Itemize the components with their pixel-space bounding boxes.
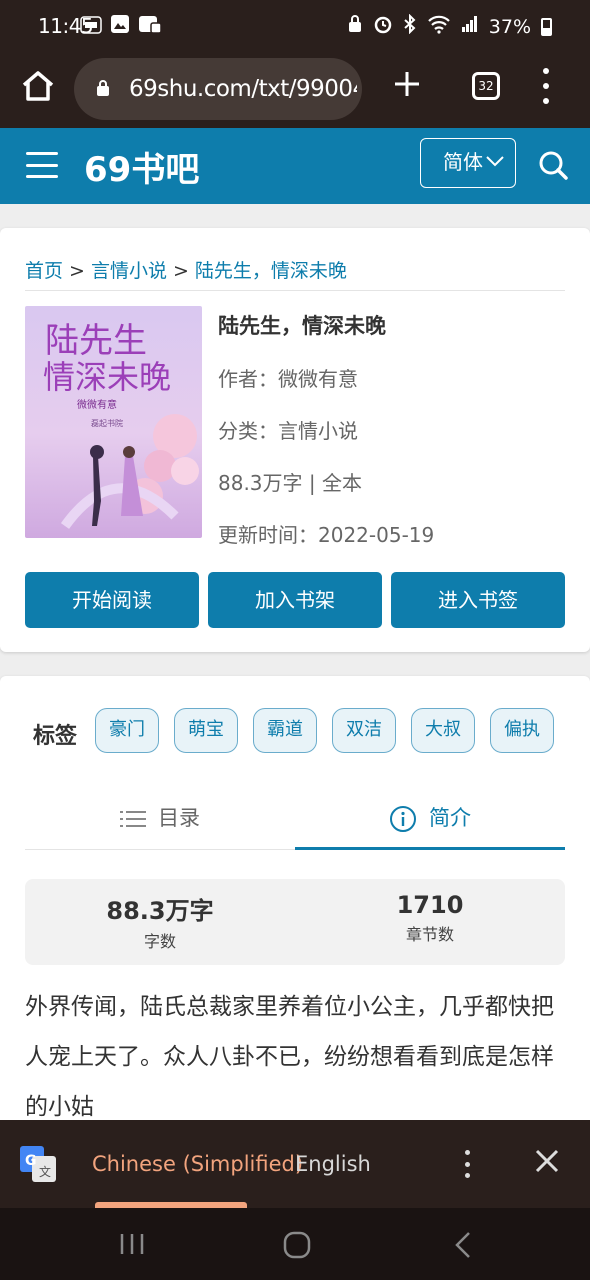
browser-menu-button[interactable] [538,68,554,104]
system-nav-bar [0,1208,590,1280]
address-bar[interactable]: 69shu.com/txt/9900497 [74,58,362,120]
svg-text:G: G [25,1153,37,1169]
tag[interactable]: 双洁 [332,708,396,753]
breadcrumb-separator: > [172,260,189,282]
alarm-icon [373,14,393,39]
search-icon [539,151,568,180]
browser-toolbar: 69shu.com/txt/9900497 32 [0,52,590,128]
book-category: 分类：言情小说 [218,419,358,443]
stat-words: 88.3万字 字数 [25,891,295,952]
bluetooth-icon [403,13,417,39]
start-reading-button[interactable]: 开始阅读 [25,572,199,628]
tab-contents[interactable]: 目录 [25,788,295,850]
tab-switcher-button[interactable]: 32 [472,72,500,100]
translate-options-button[interactable] [462,1150,472,1178]
temu-icon [80,15,102,37]
battery-percent: 37% [488,15,531,38]
language-select[interactable]: 简体 [420,138,516,188]
back-icon[interactable] [452,1230,474,1260]
list-icon [120,811,146,827]
stats-panel: 88.3万字 字数 1710 章节数 [25,879,565,965]
breadcrumb-current[interactable]: 陆先生，情深未晚 [195,260,347,282]
home-icon[interactable] [282,1230,312,1260]
battery-icon [541,17,552,36]
target-language-tab[interactable]: English [295,1152,371,1176]
book-updated: 更新时间：2022-05-19 [218,523,435,547]
book-author: 作者：微微有意 [218,367,358,391]
translate-bar: G 文 Chinese (Simplified) English [0,1120,590,1208]
bookmark-button[interactable]: 进入书签 [391,572,565,628]
home-icon [22,71,54,101]
plus-icon [395,72,419,96]
cover-publisher: 磊起书院 [91,418,123,428]
browser-home-button[interactable] [18,66,58,106]
tag[interactable]: 豪门 [95,708,159,753]
tab-intro-label: 简介 [429,806,471,830]
lock-icon [97,80,109,96]
close-icon[interactable] [532,1146,562,1176]
chevron-down-icon [486,156,504,167]
book-detail-card: 标签 豪门 萌宝 霸道 双洁 大叔 偏执 目录 简介 88.3万字 字数 171… [0,676,590,1126]
new-tab-button[interactable] [392,68,422,104]
notification-icon [138,14,162,38]
signal-icon [461,15,479,38]
tag[interactable]: 萌宝 [174,708,238,753]
breadcrumb-separator: > [69,260,85,282]
stat-words-value: 88.3万字 [106,897,214,925]
gallery-icon [110,14,130,38]
language-select-label: 简体 [443,150,483,174]
stat-words-label: 字数 [143,932,176,951]
tags-label: 标签 [33,724,78,749]
cover-title-line2: 情深未晚 [43,358,171,396]
breadcrumb-home[interactable]: 首页 [25,260,63,282]
stat-chapters-value: 1710 [396,891,464,919]
info-icon [390,806,416,832]
action-buttons: 开始阅读 加入书架 进入书签 [25,572,565,628]
tag[interactable]: 霸道 [253,708,317,753]
breadcrumb: 首页 > 言情小说 > 陆先生，情深未晚 [25,256,347,283]
lock-icon [347,14,363,39]
status-bar: 11:45 37% [0,0,590,52]
stat-chapters: 1710 章节数 [295,891,565,945]
detail-tabs: 目录 简介 [25,788,565,850]
tab-intro[interactable]: 简介 [295,788,565,850]
site-header: 69书吧 简体 [0,128,590,204]
cover-title-line1: 陆先生 [45,321,147,361]
svg-text:文: 文 [39,1164,51,1179]
tag-list: 豪门 萌宝 霸道 双洁 大叔 偏执 [95,708,554,753]
source-language-tab[interactable]: Chinese (Simplified) [92,1152,303,1176]
book-wordcount: 88.3万字 | 全本 [218,471,362,495]
recent-apps-icon[interactable] [118,1232,146,1256]
tab-contents-label: 目录 [158,806,200,830]
book-title: 陆先生，情深未晚 [218,314,386,338]
url-text: 69shu.com/txt/9900497 [129,76,357,102]
book-cover[interactable]: 陆先生 情深未晚 微微有意 磊起书院 [25,306,202,538]
book-info-card: 首页 > 言情小说 > 陆先生，情深未晚 陆先生 情深未晚 微微有意 磊起书院 … [0,228,590,652]
divider [25,290,565,291]
cover-author: 微微有意 [77,398,117,411]
add-to-shelf-button[interactable]: 加入书架 [208,572,382,628]
tag[interactable]: 偏执 [490,708,554,753]
search-button[interactable] [538,150,568,180]
book-description: 外界传闻，陆氏总裁家里养着位小公主，几乎都快把人宠上天了。众人八卦不已，纷纷想看… [25,994,554,1120]
breadcrumb-category[interactable]: 言情小说 [91,260,167,282]
google-translate-icon: G 文 [20,1146,56,1182]
menu-icon[interactable] [26,152,58,178]
wifi-icon [427,14,451,39]
book-meta: 陆先生，情深未晚 作者：微微有意 分类：言情小说 88.3万字 | 全本 更新时… [218,306,434,548]
site-logo[interactable]: 69书吧 [84,142,199,191]
tag[interactable]: 大叔 [411,708,475,753]
stat-chapters-label: 章节数 [405,925,454,944]
